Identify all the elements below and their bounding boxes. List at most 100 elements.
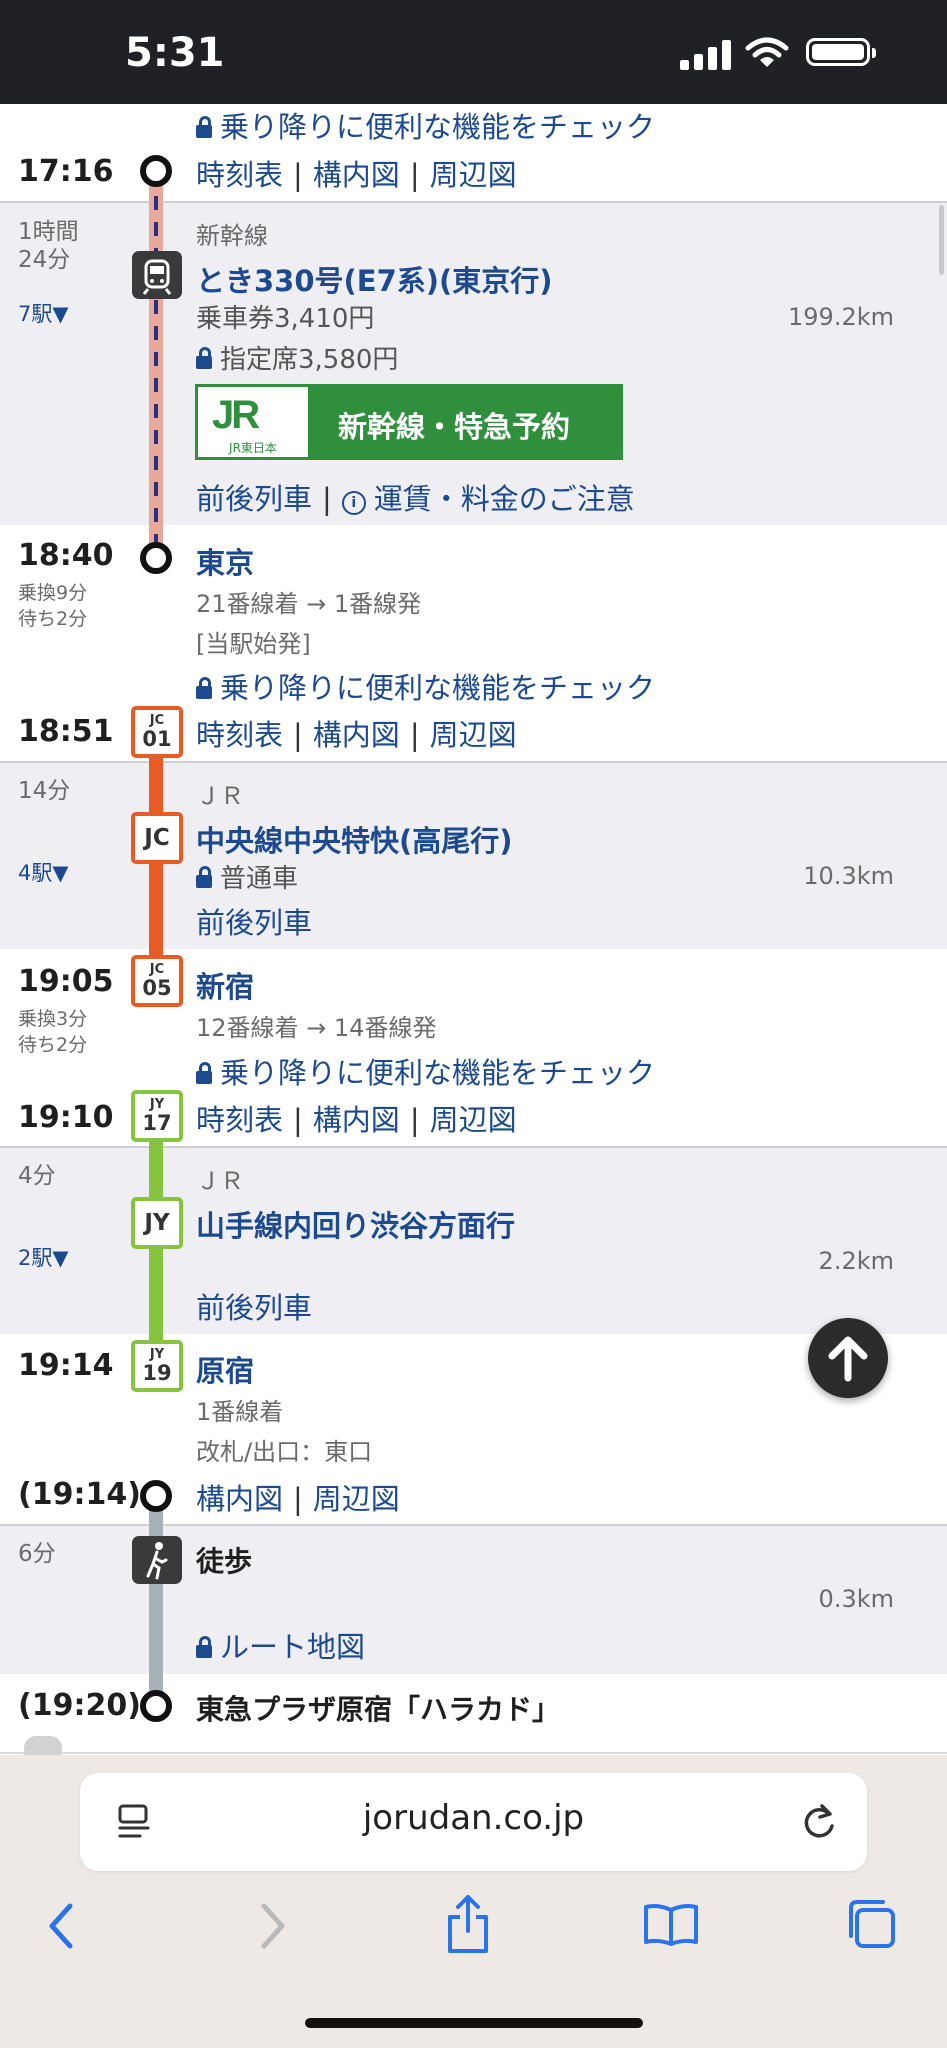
badge-number: 19 <box>142 1361 172 1385</box>
stops-toggle[interactable]: 4駅▼ <box>18 857 69 887</box>
url-text[interactable]: jorudan.co.jp <box>280 1798 667 1838</box>
bookmarks-icon[interactable] <box>642 1902 700 1946</box>
wifi-icon <box>745 37 789 67</box>
area-map-link[interactable]: 周辺図 <box>313 1482 400 1516</box>
lock-icon <box>196 347 212 369</box>
station-name[interactable]: 東京 <box>196 540 254 582</box>
area-map-link[interactable]: 周辺図 <box>430 718 517 752</box>
badge-number: 01 <box>142 727 172 751</box>
timetable-link[interactable]: 時刻表 <box>196 158 283 192</box>
battery-icon <box>806 38 876 66</box>
station-dot <box>140 1690 172 1722</box>
reserved-text: 指定席3,580円 <box>220 345 399 375</box>
train-name[interactable]: 中央線中央特快(高尾行) <box>196 818 513 860</box>
train-category: ＪＲ <box>196 782 244 810</box>
station-dot <box>140 1480 172 1512</box>
link-text: 乗り降りに便利な機能をチェック <box>220 1056 656 1090</box>
scroll-to-top-button[interactable] <box>808 1318 888 1398</box>
distance: 199.2km <box>788 303 894 331</box>
departure-time: 18:51 <box>18 714 114 749</box>
jr-banner-text: 新幹線・特急予約 <box>338 410 571 444</box>
line-badge: JY 17 <box>131 1090 183 1142</box>
station-name[interactable]: 新宿 <box>196 964 254 1006</box>
timetable-link[interactable]: 時刻表 <box>196 1103 283 1137</box>
seat-class: 普通車 <box>196 858 298 895</box>
lock-icon <box>196 677 212 699</box>
jr-reservation-banner[interactable]: JR JR東日本 新幹線・特急予約 <box>195 384 623 460</box>
station-map-link[interactable]: 構内図 <box>196 1482 283 1516</box>
stops-toggle[interactable]: 7駅▼ <box>18 298 69 328</box>
train-name[interactable]: 山手線内回り渋谷方面行 <box>196 1203 515 1245</box>
reserved-fare: 指定席3,580円 <box>196 339 398 376</box>
station-links: 時刻表 | 構内図 | 周辺図 <box>196 718 517 752</box>
distance: 0.3km <box>818 1585 894 1613</box>
transfer-info: 乗換3分 待ち2分 <box>18 1008 88 1056</box>
walking-icon <box>132 1536 182 1584</box>
segment-duration: 4分 <box>18 1163 56 1189</box>
info-icon: i <box>341 491 366 515</box>
train-name[interactable]: とき330号(E7系)(東京行) <box>196 258 553 300</box>
link-text: ルート地図 <box>220 1630 366 1664</box>
arrival-time: (19:20) <box>18 1688 141 1723</box>
nearby-trains-link[interactable]: 前後列車 <box>196 1285 312 1327</box>
station-links: 時刻表 | 構内図 | 周辺図 <box>196 1103 517 1137</box>
station-map-link[interactable]: 構内図 <box>313 158 400 192</box>
platform-info: 21番線着 → 1番線発 <box>196 590 422 618</box>
train-category: 新幹線 <box>196 222 268 250</box>
shinkansen-line-dash <box>154 170 158 553</box>
platform-info: 12番線着 → 14番線発 <box>196 1014 437 1042</box>
signal-icon <box>680 40 732 70</box>
divider <box>0 201 947 203</box>
divider <box>0 1146 947 1148</box>
badge-line: JY <box>149 1097 165 1112</box>
station-links: 構内図 | 周辺図 <box>196 1482 400 1516</box>
reload-icon[interactable] <box>796 1800 840 1844</box>
departure-time: 17:16 <box>18 154 114 189</box>
badge-number: 05 <box>142 976 172 1000</box>
link-text: 乗り降りに便利な機能をチェック <box>220 110 656 144</box>
check-features-link[interactable]: 乗り降りに便利な機能をチェック <box>196 104 655 146</box>
fare-notice-link[interactable]: 運賃・料金のご注意 <box>374 482 635 516</box>
check-features-link[interactable]: 乗り降りに便利な機能をチェック <box>196 1050 655 1092</box>
forward-icon[interactable] <box>252 1900 292 1952</box>
departure-time: 19:10 <box>18 1100 114 1135</box>
lock-icon <box>196 1062 212 1084</box>
train-links: 前後列車 | i 運賃・料金のご注意 <box>196 482 635 516</box>
arrival-time: 18:40 <box>18 538 114 573</box>
scroll-indicator[interactable] <box>939 205 944 275</box>
route-map-link[interactable]: ルート地図 <box>196 1624 365 1666</box>
tabs-icon[interactable] <box>845 1898 897 1950</box>
back-icon[interactable] <box>42 1900 82 1952</box>
destination-name: 東急プラザ原宿「ハラカド」 <box>196 1693 561 1726</box>
segment-duration: 14分 <box>18 778 71 804</box>
train-category: ＪＲ <box>196 1167 244 1195</box>
line-badge: JC 05 <box>131 955 183 1007</box>
exit-info: 改札/出口：東口 <box>196 1438 373 1466</box>
seat-text: 普通車 <box>220 864 299 894</box>
divider <box>0 1524 947 1526</box>
area-map-link[interactable]: 周辺図 <box>430 1103 517 1137</box>
nearby-trains-link[interactable]: 前後列車 <box>196 900 312 942</box>
lock-icon <box>196 1636 212 1658</box>
check-features-link[interactable]: 乗り降りに便利な機能をチェック <box>196 665 655 707</box>
segment-duration: 6分 <box>18 1541 56 1567</box>
station-links: 時刻表 | 構内図 | 周辺図 <box>196 158 517 192</box>
timetable-link[interactable]: 時刻表 <box>196 718 283 752</box>
badge-line: JY <box>149 1347 165 1362</box>
train-icon <box>132 251 182 299</box>
share-icon[interactable] <box>444 1893 492 1955</box>
reader-icon[interactable] <box>116 1802 152 1842</box>
arrival-time: 19:05 <box>18 964 114 999</box>
walk-label: 徒歩 <box>196 1545 253 1578</box>
jr-logo-text: JR東日本 <box>229 441 277 455</box>
nearby-trains-link[interactable]: 前後列車 <box>196 482 312 516</box>
line-badge: JY <box>131 1197 183 1249</box>
area-map-link[interactable]: 周辺図 <box>430 158 517 192</box>
link-text: 乗り降りに便利な機能をチェック <box>220 671 656 705</box>
station-name[interactable]: 原宿 <box>196 1348 254 1390</box>
station-map-link[interactable]: 構内図 <box>313 1103 400 1137</box>
stops-toggle[interactable]: 2駅▼ <box>18 1242 69 1272</box>
distance: 2.2km <box>818 1247 894 1275</box>
station-map-link[interactable]: 構内図 <box>313 718 400 752</box>
fare: 乗車券3,410円 <box>196 304 375 334</box>
